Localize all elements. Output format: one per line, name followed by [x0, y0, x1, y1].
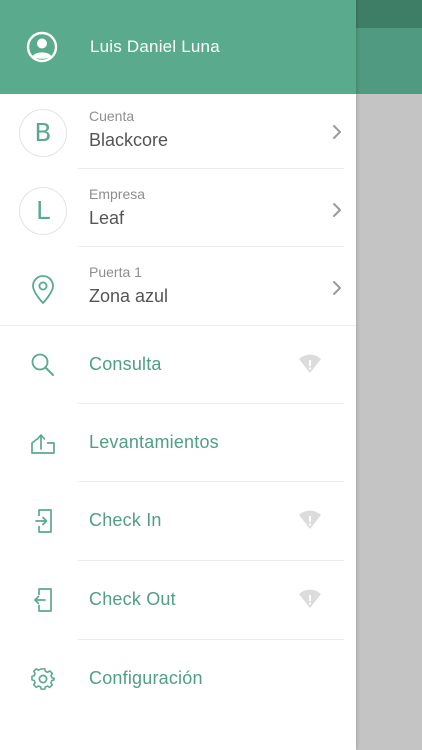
company-selector[interactable]: L Empresa Leaf	[0, 172, 356, 250]
menu-item-consulta[interactable]: Consulta	[0, 326, 356, 404]
account-selector[interactable]: B Cuenta Blackcore	[0, 94, 356, 172]
menu-label: Configuración	[89, 668, 203, 688]
check-out-icon	[34, 588, 52, 612]
wifi-warning-icon	[299, 354, 321, 373]
upload-tray-icon	[31, 434, 55, 454]
wifi-warning-icon	[299, 589, 321, 608]
location-pin-icon	[32, 275, 54, 304]
menu-item-check-out[interactable]: Check Out	[0, 561, 356, 639]
user-circle-icon	[26, 31, 58, 63]
chevron-right-icon	[333, 203, 341, 217]
account-label: Cuenta	[89, 108, 135, 124]
wifi-warning-icon	[299, 510, 321, 529]
gate-value: Zona azul	[89, 286, 169, 306]
search-icon	[31, 353, 54, 376]
company-badge: L	[19, 187, 67, 235]
drawer-header[interactable]: Luis Daniel Luna	[0, 0, 356, 94]
gate-selector[interactable]: Puerta 1 Zona azul	[0, 250, 356, 328]
menu-label: Check Out	[89, 589, 176, 609]
company-label: Empresa	[89, 186, 146, 202]
chevron-right-icon	[333, 125, 341, 139]
menu-item-check-in[interactable]: Check In	[0, 482, 356, 560]
gate-label: Puerta 1	[89, 264, 142, 280]
account-value: Blackcore	[89, 130, 169, 150]
navigation-drawer: Luis Daniel Luna B Cuenta Blackcore L Em…	[0, 0, 356, 750]
divider	[78, 246, 344, 247]
menu-label: Consulta	[89, 354, 162, 374]
account-badge: B	[19, 109, 67, 157]
menu-item-levantamientos[interactable]: Levantamientos	[0, 404, 356, 482]
menu-label: Check In	[89, 510, 162, 530]
company-value: Leaf	[89, 208, 125, 228]
gear-icon	[31, 668, 55, 690]
check-in-icon	[35, 509, 52, 533]
user-name: Luis Daniel Luna	[90, 37, 220, 56]
menu-label: Levantamientos	[89, 432, 219, 452]
divider	[78, 168, 344, 169]
menu-item-configuracion[interactable]: Configuración	[0, 640, 356, 718]
chevron-right-icon	[333, 281, 341, 295]
